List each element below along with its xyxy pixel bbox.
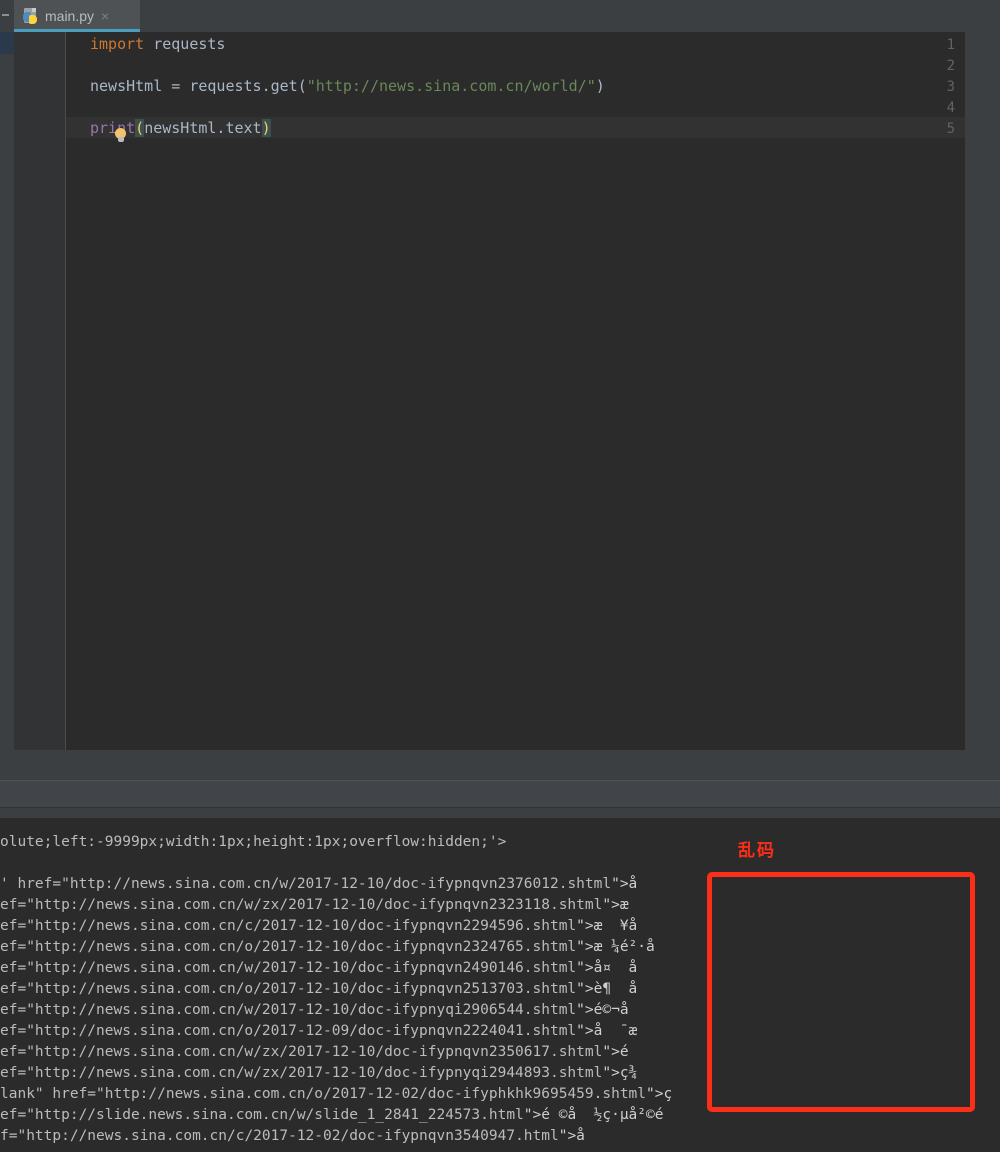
console-text: ">è¶ å xyxy=(576,981,637,997)
console-line: olute;left:-9999px;width:1px;height:1px;… xyxy=(0,832,506,853)
console-text: ef=" xyxy=(0,1065,35,1081)
console-text: ">å xyxy=(559,1128,585,1144)
code-token: ) xyxy=(596,77,605,95)
console-text: ">é ©å ½ç·µå²©é xyxy=(524,1107,664,1123)
console-hyperlink[interactable]: http://news.sina.com.cn/w/zx/2017-12-10/… xyxy=(35,1044,602,1060)
console-line: ' href="http://news.sina.com.cn/w/2017-1… xyxy=(0,874,637,895)
console-line: ef="http://news.sina.com.cn/o/2017-12-10… xyxy=(0,937,655,958)
console-hyperlink[interactable]: http://news.sina.com.cn/o/2017-12-10/doc… xyxy=(35,939,576,955)
console-text: ">é xyxy=(602,1044,628,1060)
console-text: ">ç¾ xyxy=(602,1065,637,1081)
code-token: newsHtml.text xyxy=(144,119,261,137)
code-token: print xyxy=(90,119,135,137)
console-text: f=" xyxy=(0,1128,26,1144)
console-hyperlink[interactable]: http://news.sina.com.cn/o/2017-12-02/doc… xyxy=(105,1086,646,1102)
console-line: ef="http://news.sina.com.cn/w/2017-12-10… xyxy=(0,958,637,979)
line-number-gutter xyxy=(14,32,66,750)
close-icon[interactable]: × xyxy=(101,9,109,23)
console-text: olute;left:-9999px;width:1px;height:1px;… xyxy=(0,834,506,850)
ide-window: main.py × 1 2 3 4 5 import requests newsHtml … xyxy=(0,0,1000,1152)
annotation-label: 乱码 xyxy=(738,836,776,861)
line-number: 1 xyxy=(915,37,955,53)
code-token: requests xyxy=(144,35,225,53)
console-text: ef=" xyxy=(0,897,35,913)
code-token: import xyxy=(90,35,144,53)
console-line: ef="http://news.sina.com.cn/c/2017-12-10… xyxy=(0,916,637,937)
code-token: newsHtml = requests.get( xyxy=(90,77,307,95)
collapse-dash-icon xyxy=(2,14,9,16)
console-text: ">æ ¥å xyxy=(576,918,637,934)
console-text: ' href=" xyxy=(0,876,70,892)
console-line: ef="http://news.sina.com.cn/w/2017-12-10… xyxy=(0,1000,629,1021)
console-text: ef=" xyxy=(0,918,35,934)
line-number: 2 xyxy=(915,58,955,74)
tab-bar-left-stub xyxy=(0,0,14,32)
console-text: ">é©¬å xyxy=(576,1002,628,1018)
console-line: ef="http://news.sina.com.cn/o/2017-12-10… xyxy=(0,979,637,1000)
console-hyperlink[interactable]: http://news.sina.com.cn/c/2017-12-10/doc… xyxy=(35,918,576,934)
console-hyperlink[interactable]: http://news.sina.com.cn/o/2017-12-09/doc… xyxy=(35,1023,576,1039)
console-text: ">ç xyxy=(646,1086,672,1102)
console-text: ef=" xyxy=(0,960,35,976)
editor-right-padding xyxy=(965,32,1000,750)
console-hyperlink[interactable]: http://news.sina.com.cn/o/2017-12-10/doc… xyxy=(35,981,576,997)
console-hyperlink[interactable]: http://news.sina.com.cn/w/2017-12-10/doc… xyxy=(35,1002,576,1018)
console-hyperlink[interactable]: http://news.sina.com.cn/w/zx/2017-12-10/… xyxy=(35,897,602,913)
left-rail-highlight xyxy=(0,32,14,54)
console-text: ef=" xyxy=(0,981,35,997)
console-line: ef="http://news.sina.com.cn/o/2017-12-09… xyxy=(0,1021,637,1042)
run-console-output[interactable]: olute;left:-9999px;width:1px;height:1px;… xyxy=(0,818,1000,1152)
console-hyperlink[interactable]: http://news.sina.com.cn/w/2017-12-10/doc… xyxy=(70,876,611,892)
lightbulb-icon[interactable] xyxy=(114,128,128,144)
console-line: ef="http://news.sina.com.cn/w/zx/2017-12… xyxy=(0,1063,637,1084)
code-line[interactable]: newsHtml = requests.get("http://news.sin… xyxy=(90,77,605,95)
console-hyperlink[interactable]: http://slide.news.sina.com.cn/w/slide_1_… xyxy=(35,1107,524,1123)
console-line: lank" href="http://news.sina.com.cn/o/20… xyxy=(0,1084,672,1105)
console-line: ef="http://news.sina.com.cn/w/zx/2017-12… xyxy=(0,895,629,916)
console-text: ">æ xyxy=(602,897,628,913)
console-text: ef=" xyxy=(0,1002,35,1018)
console-hyperlink[interactable]: http://news.sina.com.cn/w/2017-12-10/doc… xyxy=(35,960,576,976)
line-number: 3 xyxy=(915,79,955,95)
tab-main-py[interactable]: main.py × xyxy=(14,0,140,32)
editor-tab-bar: main.py × xyxy=(0,0,1000,32)
code-token: "http://news.sina.com.cn/world/" xyxy=(307,77,596,95)
console-text: lank" href=" xyxy=(0,1086,105,1102)
console-hyperlink[interactable]: http://news.sina.com.cn/c/2017-12-02/doc… xyxy=(26,1128,559,1144)
code-line[interactable]: import requests xyxy=(90,35,225,53)
code-token: ) xyxy=(262,119,271,137)
console-line: ef="http://news.sina.com.cn/w/zx/2017-12… xyxy=(0,1042,629,1063)
tab-label: main.py xyxy=(45,8,94,24)
console-text: ">æ ¼é²·å xyxy=(576,939,655,955)
console-text: ">å ¯æ xyxy=(576,1023,637,1039)
line-number: 5 xyxy=(915,121,955,137)
console-text: ef=" xyxy=(0,1107,35,1123)
console-text: ">å¤ å xyxy=(576,960,637,976)
console-text: ef=" xyxy=(0,1023,35,1039)
console-text: ">å xyxy=(611,876,637,892)
console-text: ef=" xyxy=(0,939,35,955)
editor-left-rail xyxy=(0,32,14,780)
console-line: f="http://news.sina.com.cn/c/2017-12-02/… xyxy=(0,1126,585,1147)
code-editor[interactable]: 1 2 3 4 5 import requests newsHtml = requests… xyxy=(14,32,965,750)
console-text: ef=" xyxy=(0,1044,35,1060)
code-token: ( xyxy=(135,119,144,137)
console-hyperlink[interactable]: http://news.sina.com.cn/w/zx/2017-12-10/… xyxy=(35,1065,602,1081)
python-file-icon xyxy=(22,8,39,25)
console-line: ef="http://slide.news.sina.com.cn/w/slid… xyxy=(0,1105,663,1126)
tool-window-splitter[interactable] xyxy=(0,750,1000,818)
line-number: 4 xyxy=(915,100,955,116)
